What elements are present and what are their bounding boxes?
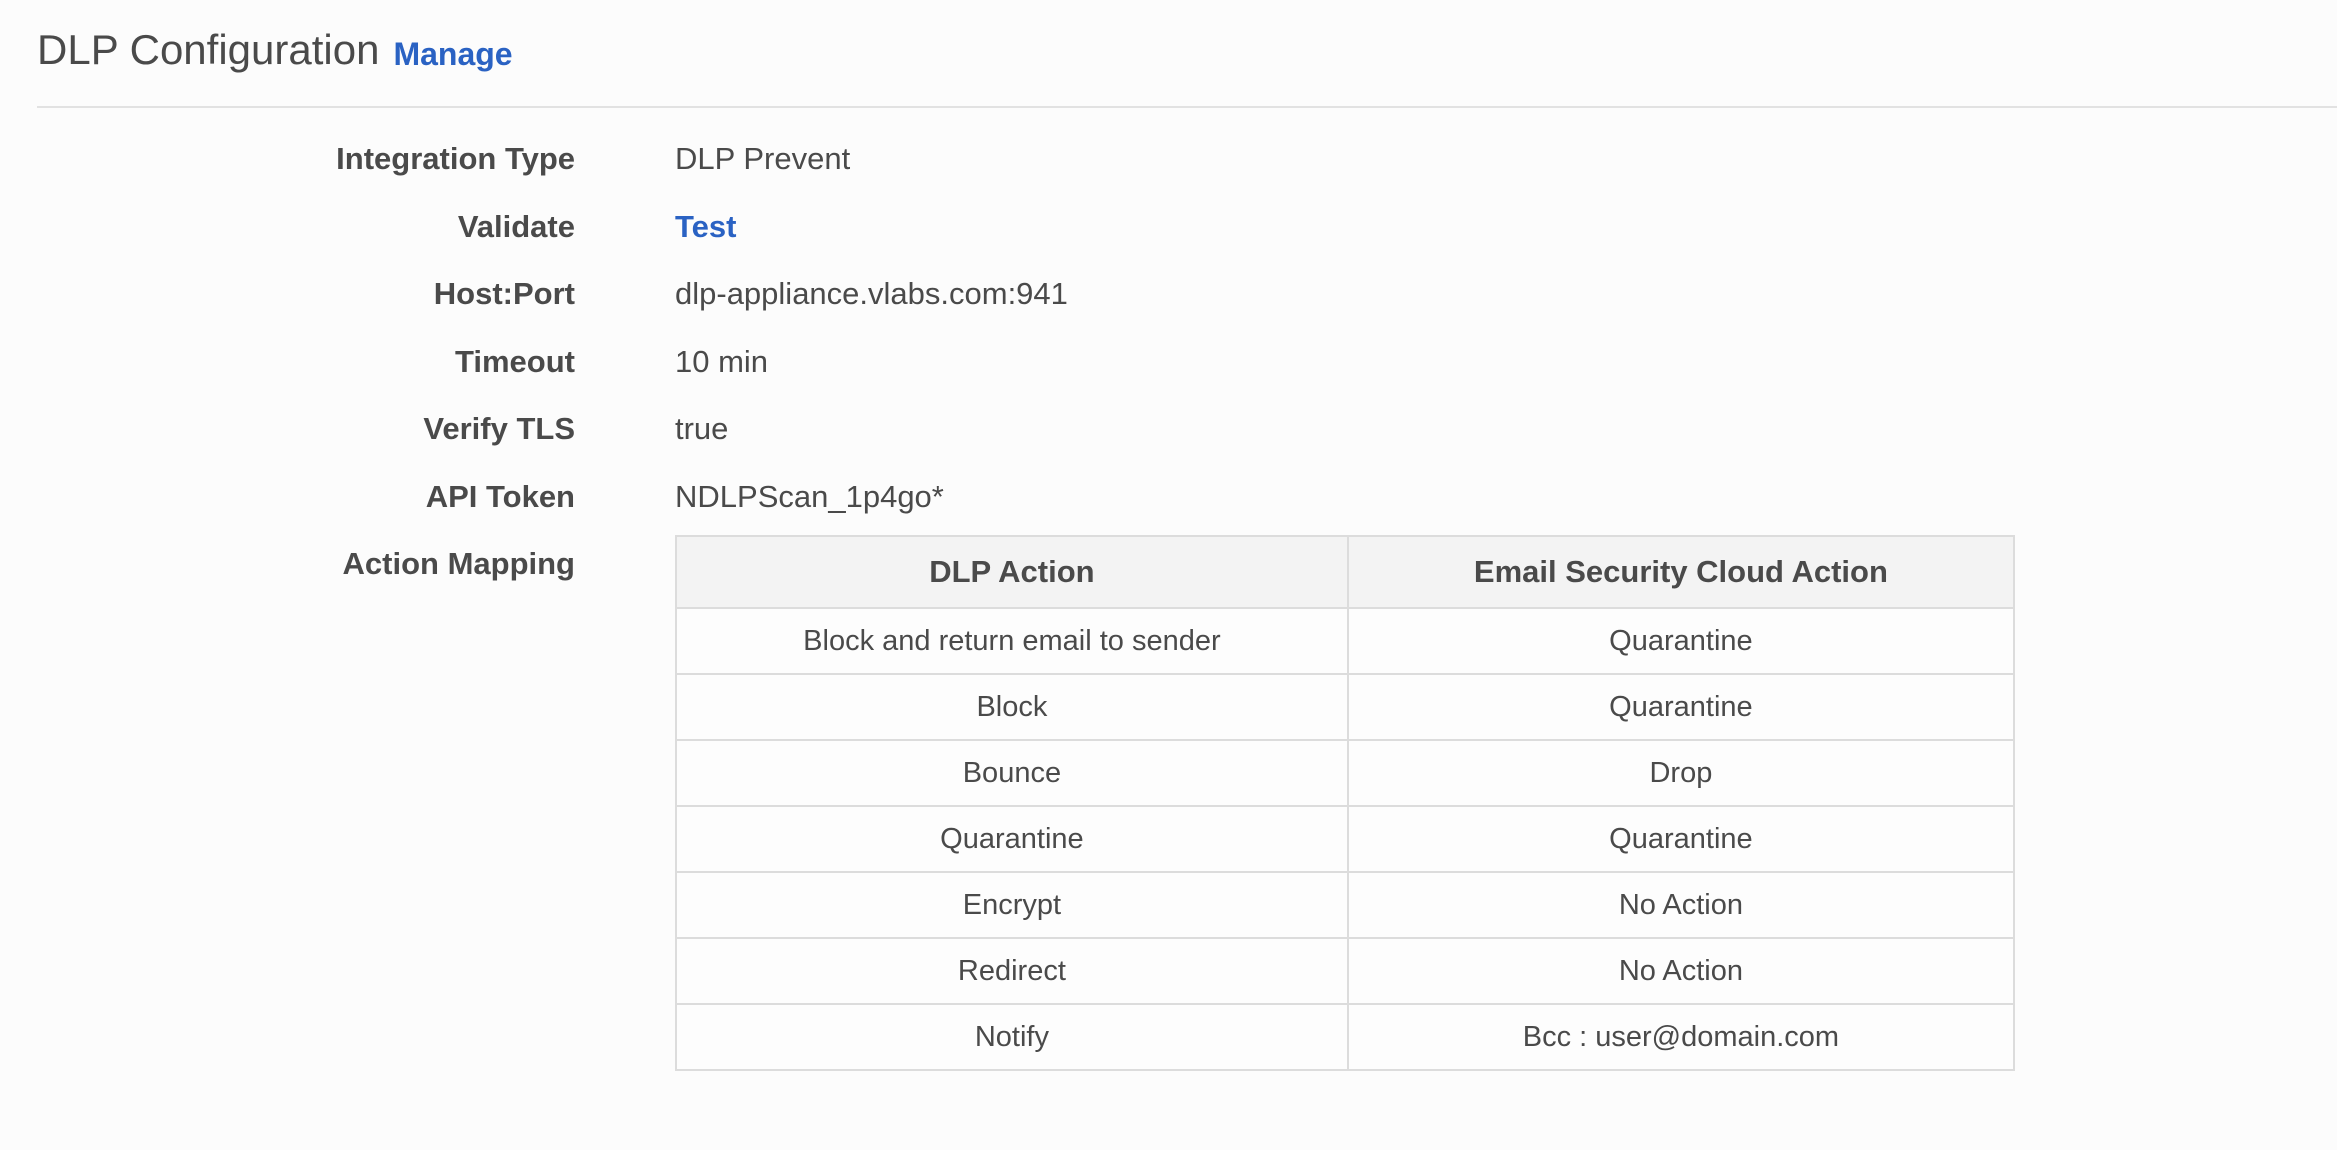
- page-header: DLP Configuration Manage: [37, 22, 2337, 108]
- action-mapping-table: DLP Action Email Security Cloud Action B…: [675, 535, 2016, 1071]
- table-row: Encrypt No Action: [675, 871, 2016, 939]
- field-value: true: [675, 411, 729, 446]
- field-row-api-token: API Token NDLPScan_1p4go*: [0, 468, 2337, 536]
- field-label: Verify TLS: [423, 411, 575, 446]
- table-cell: Quarantine: [675, 805, 1349, 873]
- table-cell: Redirect: [675, 937, 1349, 1005]
- page-title: DLP Configuration: [37, 26, 380, 73]
- table-row: Quarantine Quarantine: [675, 805, 2016, 873]
- field-value: dlp-appliance.vlabs.com:941: [675, 276, 1068, 311]
- table-cell: Quarantine: [1346, 805, 2016, 873]
- field-value: NDLPScan_1p4go*: [675, 478, 944, 514]
- table-cell: No Action: [1346, 937, 2016, 1005]
- table-cell: Drop: [1346, 739, 2016, 807]
- manage-link[interactable]: Manage: [393, 22, 512, 82]
- test-link[interactable]: Test: [675, 192, 736, 262]
- field-row-host-port: Host:Port dlp-appliance.vlabs.com:941: [0, 265, 2337, 333]
- table-row: Bounce Drop: [675, 739, 2016, 807]
- action-mapping-table-wrap: DLP Action Email Security Cloud Action B…: [675, 535, 2016, 1071]
- table-cell: Bounce: [675, 739, 1349, 807]
- table-cell: Quarantine: [1346, 607, 2016, 675]
- table-cell: Bcc : user@domain.com: [1346, 1003, 2016, 1071]
- table-cell: Encrypt: [675, 871, 1349, 939]
- field-label: Host:Port: [433, 276, 575, 311]
- field-row-verify-tls: Verify TLS true: [0, 400, 2337, 468]
- table-header-row: DLP Action Email Security Cloud Action: [675, 535, 2016, 609]
- table-row: Block Quarantine: [675, 673, 2016, 741]
- field-label: Integration Type: [336, 141, 575, 176]
- field-row-timeout: Timeout 10 min: [0, 333, 2337, 401]
- field-label: Timeout: [455, 343, 575, 379]
- table-row: Notify Bcc : user@domain.com: [675, 1003, 2016, 1071]
- field-value: DLP Prevent: [675, 141, 851, 176]
- table-row: Redirect No Action: [675, 937, 2016, 1005]
- table-cell: Block and return email to sender: [675, 607, 1349, 675]
- field-row-validate: Validate Test: [0, 198, 2337, 266]
- table-cell: Quarantine: [1346, 673, 2016, 741]
- field-label: Validate: [457, 208, 575, 244]
- table-cell: Block: [675, 673, 1349, 741]
- table-row: Block and return email to sender Quarant…: [675, 607, 2016, 675]
- table-cell: Notify: [675, 1003, 1349, 1071]
- field-label: Action Mapping: [342, 546, 575, 581]
- field-value: 10 min: [675, 343, 769, 379]
- config-fields: Integration Type DLP Prevent Validate Te…: [0, 130, 2337, 1071]
- column-header: Email Security Cloud Action: [1346, 535, 2016, 609]
- field-row-integration-type: Integration Type DLP Prevent: [0, 130, 2337, 198]
- field-row-action-mapping: Action Mapping DLP Action Email Security…: [0, 535, 2337, 1071]
- field-label: API Token: [425, 478, 575, 514]
- column-header: DLP Action: [675, 535, 1349, 609]
- table-cell: No Action: [1346, 871, 2016, 939]
